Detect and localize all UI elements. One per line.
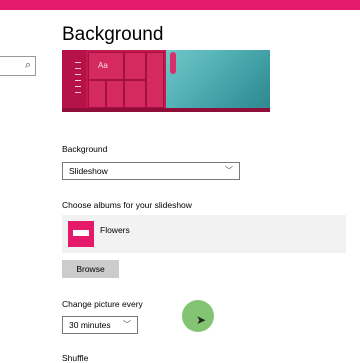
search-icon: ⌕ (24, 59, 31, 71)
preview-taskbar (62, 108, 270, 112)
flower-image (170, 52, 176, 74)
preview-start-rail (62, 50, 86, 112)
album-item-flowers[interactable]: Flowers (62, 215, 346, 253)
shuffle-label: Shuffle (62, 353, 89, 363)
browse-button[interactable]: Browse (62, 260, 119, 278)
albums-label: Choose albums for your slideshow (62, 200, 192, 210)
change-picture-selected: 30 minutes (69, 320, 111, 330)
album-name: Flowers (100, 225, 130, 235)
preview-start-tiles: Aa (86, 50, 166, 112)
search-input[interactable]: ⌕ (0, 56, 36, 76)
desktop-preview: Aa (62, 50, 270, 112)
preview-sample-text: Aa (98, 61, 108, 70)
window-accent-bar (0, 0, 360, 10)
mouse-cursor-icon: ➤ (196, 313, 207, 327)
chevron-down-icon: ﹀ (123, 320, 131, 329)
background-dropdown[interactable]: Slideshow ﹀ (62, 162, 240, 180)
folder-icon (68, 221, 94, 247)
background-selected: Slideshow (69, 166, 108, 176)
background-label: Background (62, 144, 108, 154)
preview-wallpaper (166, 50, 270, 112)
change-picture-label: Change picture every (62, 299, 143, 309)
page-title: Background (62, 24, 164, 45)
change-picture-dropdown[interactable]: 30 minutes ﹀ (62, 316, 138, 334)
chevron-down-icon: ﹀ (225, 166, 233, 175)
